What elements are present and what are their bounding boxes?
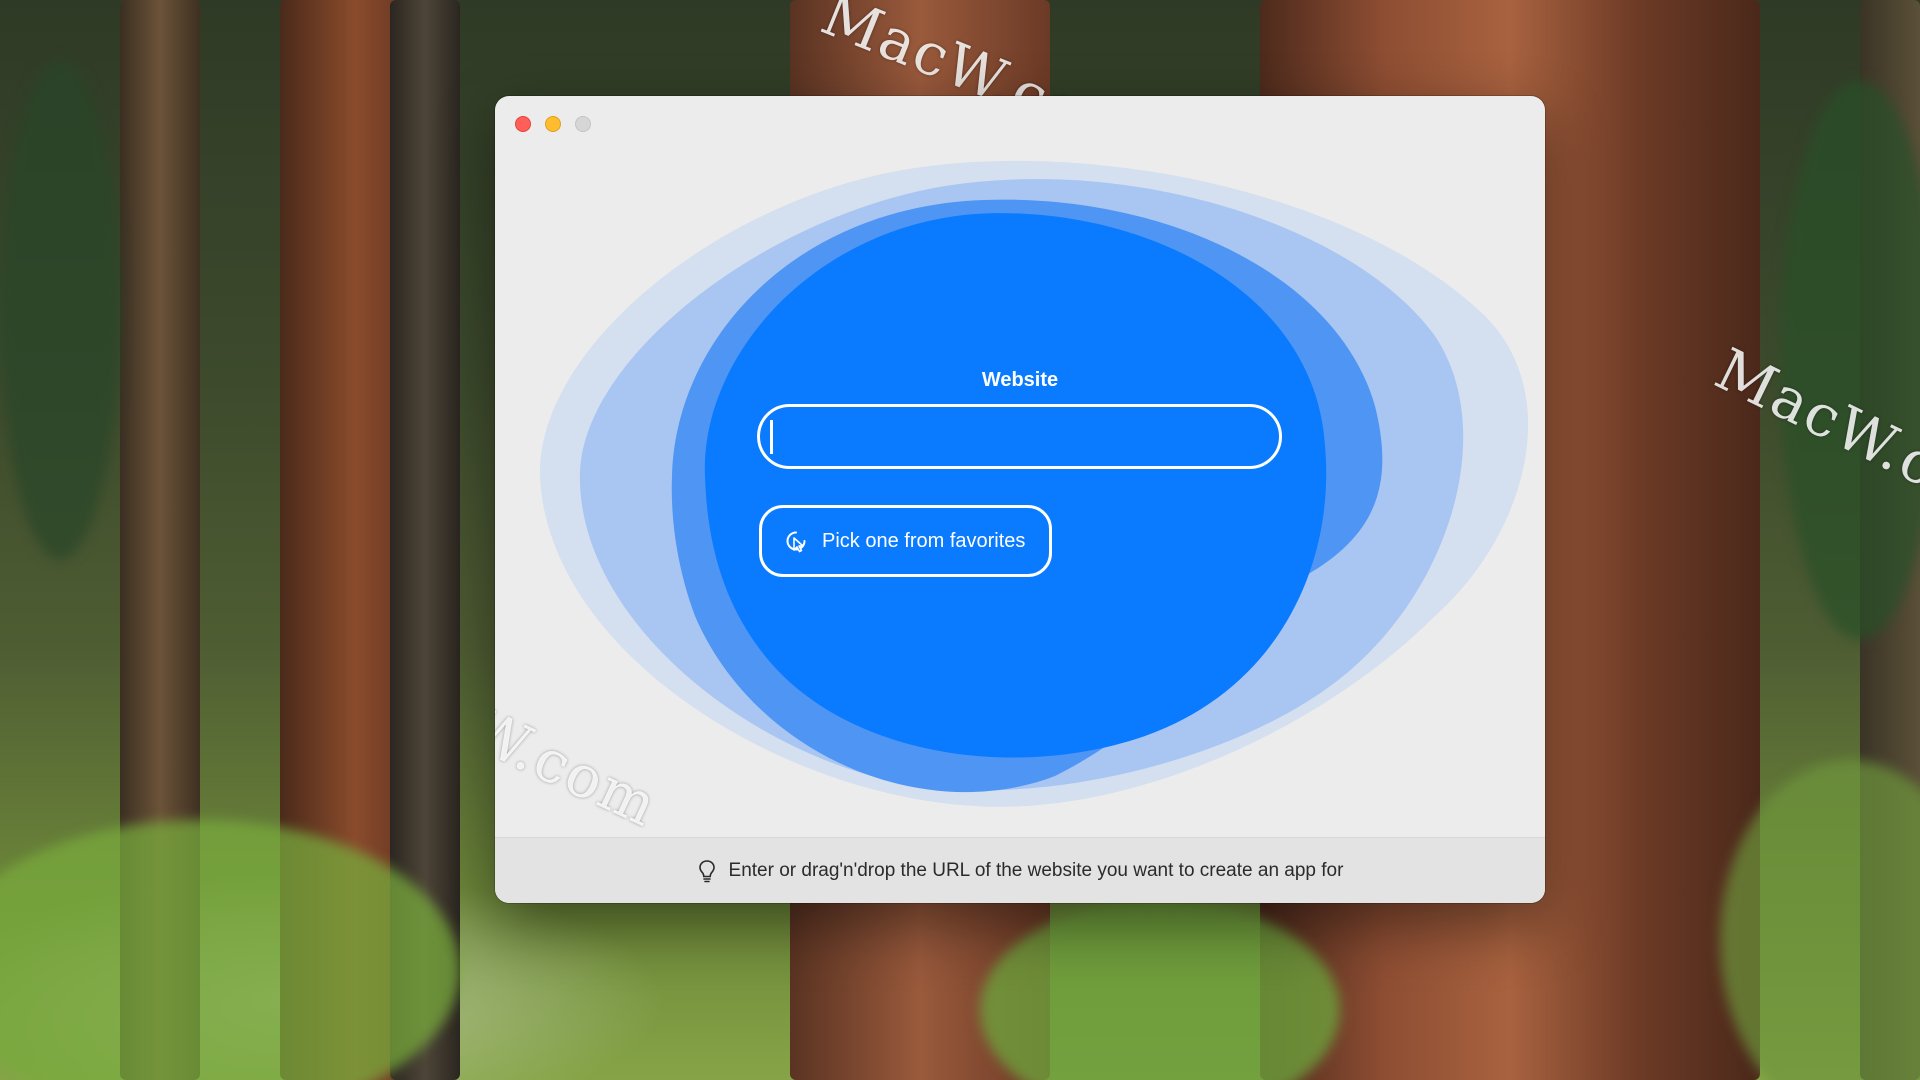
hint-text: Enter or drag'n'drop the URL of the webs… (728, 860, 1344, 881)
website-label: Website (981, 369, 1059, 391)
app-window: Website Pick one from favorites Enter or… (495, 96, 1545, 903)
hint-footer: Enter or drag'n'drop the URL of the webs… (495, 837, 1545, 903)
pick-from-favorites-button[interactable]: Pick one from favorites (759, 505, 1052, 577)
pointer-click-icon (784, 529, 808, 553)
website-url-input[interactable] (757, 404, 1282, 469)
text-cursor (770, 420, 773, 454)
foliage (0, 60, 120, 560)
pick-from-favorites-label: Pick one from favorites (822, 529, 1026, 552)
lightbulb-icon (697, 859, 717, 883)
foliage (1780, 80, 1920, 640)
blob-core (704, 213, 1327, 758)
